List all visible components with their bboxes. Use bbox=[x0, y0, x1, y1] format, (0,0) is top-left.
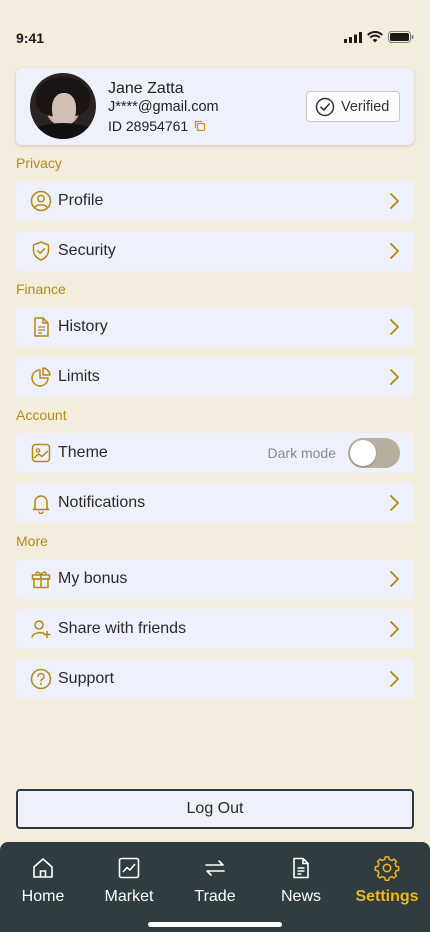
tab-home[interactable]: Home bbox=[0, 854, 86, 914]
home-icon bbox=[30, 854, 56, 882]
signal-icon bbox=[344, 31, 362, 43]
dark-mode-label: Dark mode bbox=[267, 445, 336, 461]
user-plus-icon bbox=[30, 618, 52, 640]
chevron-right-icon bbox=[390, 571, 399, 587]
row-limits[interactable]: Limits bbox=[16, 357, 414, 397]
verified-badge: Verified bbox=[306, 91, 400, 122]
tab-market[interactable]: Market bbox=[86, 854, 172, 914]
status-icons bbox=[344, 31, 414, 43]
row-share[interactable]: Share with friends bbox=[16, 609, 414, 649]
section-account: Account bbox=[16, 407, 67, 423]
bell-icon bbox=[30, 492, 52, 514]
tab-settings[interactable]: Settings bbox=[344, 854, 430, 914]
tab-label: Home bbox=[21, 888, 65, 905]
chevron-right-icon bbox=[390, 495, 399, 511]
logout-button[interactable]: Log Out bbox=[16, 789, 414, 829]
chevron-right-icon bbox=[390, 621, 399, 637]
user-name: Jane Zatta bbox=[108, 80, 184, 97]
gear-icon bbox=[374, 854, 400, 882]
status-time: 9:41 bbox=[16, 30, 45, 46]
dark-mode-toggle[interactable] bbox=[348, 438, 400, 468]
row-label: Theme bbox=[58, 444, 108, 461]
chevron-right-icon bbox=[390, 369, 399, 385]
battery-icon bbox=[388, 31, 414, 43]
chevron-right-icon bbox=[390, 243, 399, 259]
status-bar: 9:41 bbox=[0, 0, 430, 60]
avatar bbox=[30, 73, 96, 139]
row-label: My bonus bbox=[58, 570, 128, 587]
wifi-icon bbox=[367, 31, 383, 43]
row-label: History bbox=[58, 318, 108, 335]
user-email: J****@gmail.com bbox=[108, 99, 219, 115]
row-bonus[interactable]: My bonus bbox=[16, 559, 414, 599]
chevron-right-icon bbox=[390, 193, 399, 209]
tab-news[interactable]: News bbox=[258, 854, 344, 914]
row-notifications[interactable]: Notifications bbox=[16, 483, 414, 523]
profile-card[interactable]: Jane Zatta J****@gmail.com ID 28954761 V… bbox=[16, 68, 414, 145]
image-icon bbox=[30, 442, 52, 464]
swap-icon bbox=[202, 854, 228, 882]
check-circle-icon bbox=[315, 97, 335, 116]
section-finance: Finance bbox=[16, 281, 66, 297]
user-id-row: ID 28954761 bbox=[108, 118, 206, 134]
tab-bar: Home Market Trade News Settings bbox=[0, 842, 430, 932]
tab-label: Settings bbox=[355, 888, 419, 905]
pie-chart-icon bbox=[30, 366, 52, 388]
row-label: Profile bbox=[58, 192, 104, 209]
row-label: Share with friends bbox=[58, 620, 187, 637]
tab-label: Market bbox=[104, 888, 154, 905]
row-label: Limits bbox=[58, 368, 100, 385]
row-label: Notifications bbox=[58, 494, 146, 511]
row-theme: Theme Dark mode bbox=[16, 433, 414, 473]
row-history[interactable]: History bbox=[16, 307, 414, 347]
help-circle-icon bbox=[30, 668, 52, 690]
tab-label: News bbox=[280, 888, 321, 905]
tab-trade[interactable]: Trade bbox=[172, 854, 258, 914]
row-label: Support bbox=[58, 670, 115, 687]
gift-icon bbox=[30, 568, 52, 590]
section-more: More bbox=[16, 533, 48, 549]
user-id: ID 28954761 bbox=[108, 118, 189, 134]
chart-icon bbox=[116, 854, 142, 882]
chevron-right-icon bbox=[390, 319, 399, 335]
row-support[interactable]: Support bbox=[16, 659, 414, 699]
chevron-right-icon bbox=[390, 671, 399, 687]
toggle-knob bbox=[350, 440, 376, 466]
shield-icon bbox=[30, 240, 52, 262]
row-profile[interactable]: Profile bbox=[16, 181, 414, 221]
copy-icon[interactable] bbox=[194, 120, 206, 132]
tab-label: Trade bbox=[194, 888, 236, 905]
document-icon bbox=[30, 316, 52, 338]
home-indicator bbox=[148, 922, 282, 927]
row-security[interactable]: Security bbox=[16, 231, 414, 271]
section-privacy: Privacy bbox=[16, 155, 62, 171]
user-icon bbox=[30, 190, 52, 212]
document-icon bbox=[288, 854, 314, 882]
row-label: Security bbox=[58, 242, 116, 259]
verified-label: Verified bbox=[341, 98, 390, 115]
